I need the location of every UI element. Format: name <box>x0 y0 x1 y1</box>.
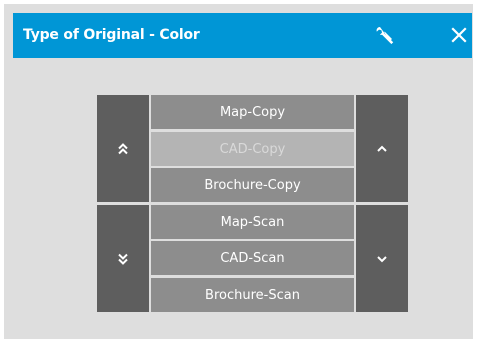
close-icon <box>451 27 467 43</box>
option-cad-scan[interactable]: CAD-Scan <box>151 241 354 275</box>
dialog-titlebar: Type of Original - Color <box>13 13 472 58</box>
double-chevron-down-icon <box>118 253 128 265</box>
type-of-original-dialog: Type of Original - Color Map-Copy CAD-Co… <box>0 0 477 343</box>
close-button[interactable] <box>443 19 475 51</box>
option-brochure-copy[interactable]: Brochure-Copy <box>151 168 354 202</box>
option-cad-copy: CAD-Copy <box>151 132 354 166</box>
option-map-scan[interactable]: Map-Scan <box>151 205 354 239</box>
original-type-list: Map-Copy CAD-Copy Brochure-Copy Map-Scan… <box>151 95 354 312</box>
chevron-up-icon <box>377 145 387 152</box>
wrench-icon <box>376 27 394 45</box>
original-type-picker: Map-Copy CAD-Copy Brochure-Copy Map-Scan… <box>97 95 408 312</box>
page-up-button[interactable] <box>97 95 149 202</box>
page-down-button[interactable] <box>97 205 149 312</box>
scroll-up-button[interactable] <box>356 95 408 202</box>
option-map-copy[interactable]: Map-Copy <box>151 95 354 129</box>
scroll-down-button[interactable] <box>356 205 408 312</box>
chevron-down-icon <box>377 255 387 262</box>
option-brochure-scan[interactable]: Brochure-Scan <box>151 278 354 312</box>
settings-button[interactable] <box>369 19 401 51</box>
dialog-title: Type of Original - Color <box>23 27 200 43</box>
double-chevron-up-icon <box>118 142 128 154</box>
